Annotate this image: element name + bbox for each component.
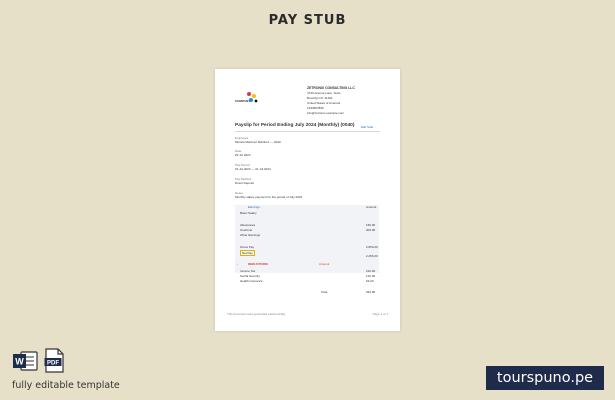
pay-stub-document: COMPANY ZETRONIX CONSULTING LLC 4740 Ave… xyxy=(215,69,400,331)
earnings-row-label: Overtime xyxy=(240,228,253,232)
earnings-amount-head: Amount xyxy=(366,205,377,209)
company-phone: 1234567890 xyxy=(307,106,324,110)
gross-pay-label: Gross Pay xyxy=(240,245,255,249)
deduction-row-label: Social Security xyxy=(240,274,260,278)
pay-method-value: Direct Deposit xyxy=(235,181,254,185)
deductions-note: Amount xyxy=(319,262,330,266)
deductions-heading: DEDUCTIONS xyxy=(248,262,268,266)
earnings-heading: Earnings xyxy=(248,205,260,209)
deduction-row-value: 64.00 xyxy=(366,279,374,283)
company-address-2: Brooklyn NY 11201 xyxy=(307,96,333,100)
payslip-heading: Payslip for Period Ending July 2024 (Mon… xyxy=(235,123,355,128)
employee-value: Monica Martinez Martinez — 0040 xyxy=(235,140,281,144)
company-name: ZETRONIX CONSULTING LLC xyxy=(307,86,355,90)
logo-label: COMPANY xyxy=(235,99,251,103)
company-address-1: 4740 Avenue Lane, Suite xyxy=(307,91,341,95)
earnings-row-value: 300.00 xyxy=(366,228,376,232)
deduction-row-value: 120.00 xyxy=(366,274,376,278)
tagline: fully editable template xyxy=(12,380,120,391)
period-value: 01 Jul 2024 — 31 Jul 2024 xyxy=(235,167,271,171)
net-pay-value: 2,456.00 xyxy=(366,254,378,258)
notes-value: Monthly salary payment for the period of… xyxy=(235,195,303,199)
deduction-row-label: Health Insurance xyxy=(240,279,263,283)
company-logo xyxy=(247,92,258,103)
edit-stub-link[interactable]: Edit Stub xyxy=(361,125,373,129)
company-address-3: United States of America xyxy=(307,101,341,105)
earnings-row-value: 150.00 xyxy=(366,223,376,227)
bullet-icon: • xyxy=(237,262,239,266)
brand-badge[interactable]: tourspuno.pe xyxy=(486,366,604,390)
divider xyxy=(235,131,380,132)
earnings-row-label: Other Earnings xyxy=(240,233,261,237)
pdf-icon: PDF xyxy=(44,348,64,373)
page-title: PAY STUB xyxy=(268,13,347,28)
footer-right: Page 1 of 1 xyxy=(372,312,388,316)
footer-left: This document was generated electronical… xyxy=(227,312,286,316)
deduction-row-label: Income Tax xyxy=(240,269,256,273)
total-label: Total xyxy=(321,290,328,294)
earnings-row-label: Allowances xyxy=(240,223,256,227)
deduction-row-value: 210.00 xyxy=(366,269,376,273)
company-email: info@zetronix.example.com xyxy=(307,111,345,115)
word-icon: W xyxy=(13,351,38,371)
svg-text:PDF: PDF xyxy=(47,360,59,366)
earnings-item: Basic Salary xyxy=(240,211,257,215)
svg-text:W: W xyxy=(15,357,24,367)
gross-pay-value: 2,850.00 xyxy=(366,245,378,249)
net-pay-label: Net Pay xyxy=(240,250,255,256)
pay-date-value: 29 Jul 2024 xyxy=(235,153,251,157)
total-value: 394.00 xyxy=(366,290,376,294)
